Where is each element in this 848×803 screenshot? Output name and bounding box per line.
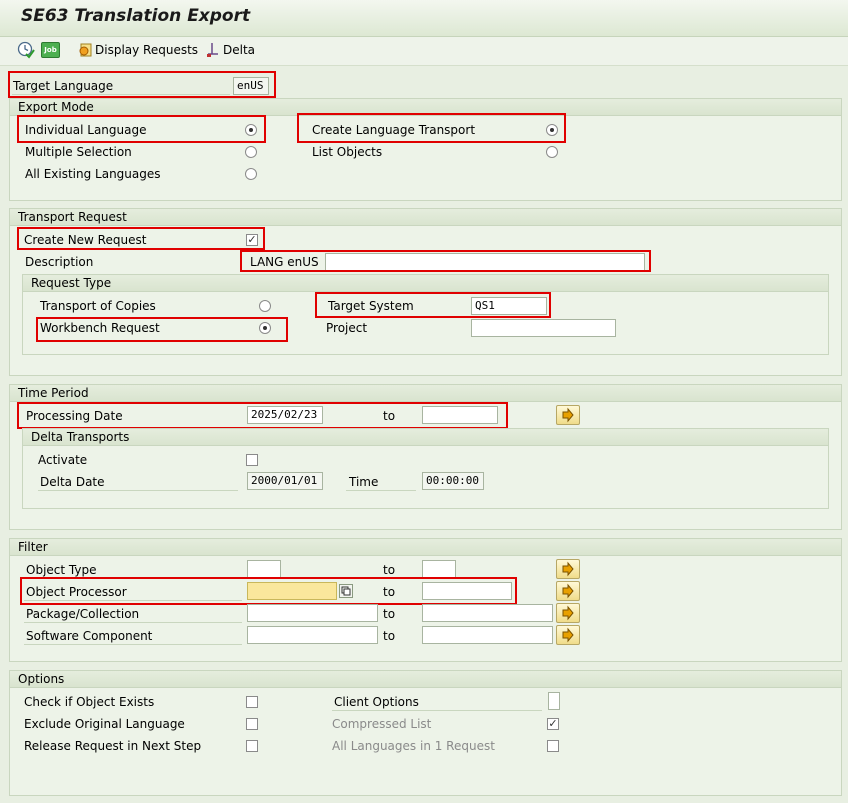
highlight-create-new-request bbox=[17, 227, 265, 250]
page-title: SE63 Translation Export bbox=[21, 6, 251, 26]
processing-date-multiple-selection-button[interactable] bbox=[556, 405, 580, 425]
filter-header: Filter bbox=[10, 539, 841, 556]
time-period-title: Time Period bbox=[18, 386, 89, 400]
object-type-from-field[interactable] bbox=[247, 560, 281, 578]
filter-title: Filter bbox=[18, 540, 48, 554]
request-type-title: Request Type bbox=[31, 276, 112, 290]
display-requests-button[interactable]: Display Requests bbox=[95, 43, 198, 57]
transport-request-title: Transport Request bbox=[18, 210, 127, 224]
delta-icon[interactable] bbox=[205, 42, 221, 58]
highlight-processing-date bbox=[17, 402, 508, 429]
object-type-label: Object Type bbox=[26, 563, 97, 577]
exclude-original-language-checkbox[interactable] bbox=[246, 718, 258, 730]
list-objects-radio[interactable] bbox=[546, 146, 558, 158]
check-object-exists-label: Check if Object Exists bbox=[24, 695, 155, 709]
project-field[interactable] bbox=[471, 319, 616, 337]
object-type-to-label: to bbox=[383, 563, 396, 577]
delta-date-field[interactable]: 2000/01/01 bbox=[247, 472, 323, 490]
highlight-description bbox=[240, 250, 651, 272]
package-multiple-selection-button[interactable] bbox=[556, 603, 580, 623]
options-group: Options bbox=[9, 670, 842, 796]
object-type-multiple-selection-button[interactable] bbox=[556, 559, 580, 579]
all-existing-languages-label: All Existing Languages bbox=[25, 167, 161, 181]
delta-transports-title: Delta Transports bbox=[31, 430, 130, 444]
release-request-next-step-label: Release Request in Next Step bbox=[24, 739, 202, 753]
check-object-exists-checkbox[interactable] bbox=[246, 696, 258, 708]
highlight-create-language-transport bbox=[297, 113, 566, 143]
time-period-header: Time Period bbox=[10, 385, 841, 402]
transport-of-copies-label: Transport of Copies bbox=[40, 299, 156, 313]
options-header: Options bbox=[10, 671, 841, 688]
all-existing-languages-radio[interactable] bbox=[245, 168, 257, 180]
package-to-label: to bbox=[383, 607, 396, 621]
execute-clock-icon[interactable] bbox=[17, 41, 35, 59]
delta-transports-header: Delta Transports bbox=[23, 429, 828, 446]
highlight-workbench-request bbox=[36, 317, 288, 342]
exclude-original-language-label: Exclude Original Language bbox=[24, 717, 185, 731]
compressed-list-checkbox[interactable]: ✓ bbox=[547, 718, 559, 730]
export-mode-title: Export Mode bbox=[18, 100, 94, 114]
job-icon[interactable]: Job bbox=[41, 42, 60, 58]
release-request-next-step-checkbox[interactable] bbox=[246, 740, 258, 752]
package-label: Package/Collection bbox=[26, 607, 140, 621]
project-label: Project bbox=[326, 321, 368, 335]
time-field[interactable]: 00:00:00 bbox=[422, 472, 484, 490]
package-from-field[interactable] bbox=[247, 604, 378, 622]
request-type-header: Request Type bbox=[23, 275, 828, 292]
object-processor-multiple-selection-button[interactable] bbox=[556, 581, 580, 601]
delta-button[interactable]: Delta bbox=[223, 43, 255, 57]
options-title: Options bbox=[18, 672, 65, 686]
multiple-selection-radio[interactable] bbox=[245, 146, 257, 158]
display-requests-icon[interactable] bbox=[78, 42, 94, 58]
package-to-field[interactable] bbox=[422, 604, 553, 622]
compressed-list-label: Compressed List bbox=[332, 717, 432, 731]
software-component-multiple-selection-button[interactable] bbox=[556, 625, 580, 645]
object-type-to-field[interactable] bbox=[422, 560, 456, 578]
client-options-label: Client Options bbox=[334, 695, 419, 709]
software-component-label: Software Component bbox=[26, 629, 153, 643]
highlight-individual-language bbox=[17, 115, 266, 143]
client-options-field[interactable] bbox=[548, 692, 560, 710]
transport-request-header: Transport Request bbox=[10, 209, 841, 226]
software-component-to-label: to bbox=[383, 629, 396, 643]
highlight-target-system bbox=[315, 292, 551, 318]
delta-transports-group: Delta Transports bbox=[22, 428, 829, 509]
multiple-selection-label: Multiple Selection bbox=[25, 145, 132, 159]
highlight-target-language bbox=[8, 71, 276, 98]
all-languages-one-request-checkbox[interactable] bbox=[547, 740, 559, 752]
software-component-from-field[interactable] bbox=[247, 626, 378, 644]
all-languages-one-request-label: All Languages in 1 Request bbox=[332, 739, 495, 753]
software-component-to-field[interactable] bbox=[422, 626, 553, 644]
delta-date-label: Delta Date bbox=[40, 475, 105, 489]
activate-label: Activate bbox=[38, 453, 88, 467]
highlight-object-processor bbox=[20, 577, 517, 605]
transport-of-copies-radio[interactable] bbox=[259, 300, 271, 312]
activate-checkbox[interactable] bbox=[246, 454, 258, 466]
description-label: Description bbox=[25, 255, 94, 269]
time-label: Time bbox=[349, 475, 379, 489]
list-objects-label: List Objects bbox=[312, 145, 383, 159]
